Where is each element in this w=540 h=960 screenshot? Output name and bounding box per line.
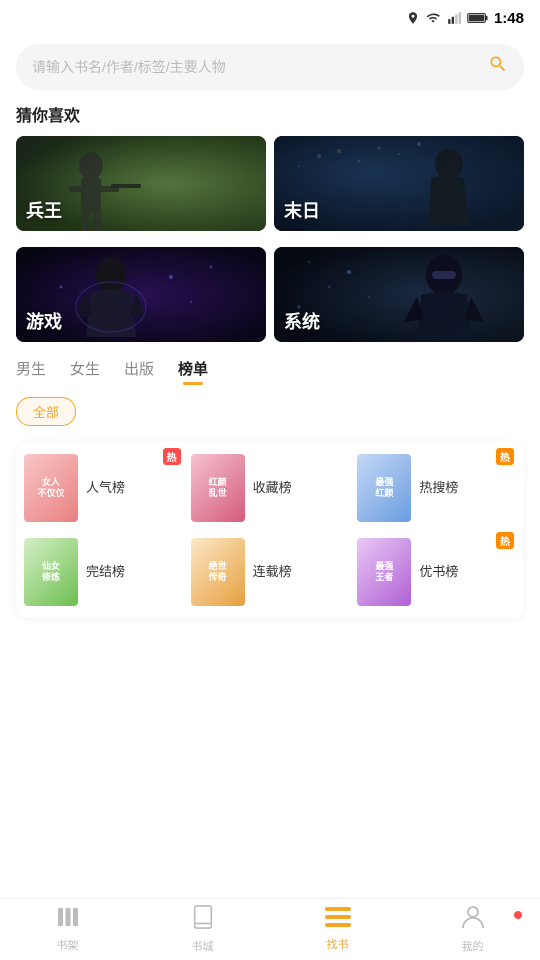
nav-icon-wode <box>462 905 484 935</box>
tab-publish[interactable]: 出版 <box>124 358 154 385</box>
genre-label-bingwang: 兵王 <box>26 197 62 223</box>
genre-card-xitong[interactable]: 系统 <box>274 247 524 342</box>
filter-chips: 全部 <box>16 397 524 426</box>
genre-label-mori: 末日 <box>284 197 320 223</box>
nav-item-zhaochu[interactable]: 找书 <box>270 907 405 952</box>
location-icon <box>406 11 420 25</box>
tab-charts[interactable]: 榜单 <box>178 358 208 385</box>
chart-label-shoucang: 收藏榜 <box>253 479 292 497</box>
wifi-icon <box>425 11 441 25</box>
nav-item-shucheng[interactable]: 书城 <box>135 905 270 954</box>
genre-grid-row2: 游戏 系统 <box>16 247 524 342</box>
nav-label-wode: 我的 <box>462 938 484 954</box>
search-placeholder: 请输入书名/作者/标签/主要人物 <box>32 57 480 77</box>
chart-item-renqi[interactable]: 热 女人不仅仅 人气榜 <box>24 454 183 522</box>
genre-card-bingwang[interactable]: 兵王 <box>16 136 266 231</box>
nav-icon-shucheng <box>192 905 214 935</box>
chart-item-resou[interactable]: 热 最强红颜 热搜榜 <box>357 454 516 522</box>
hot-badge-youshu: 热 <box>496 532 514 549</box>
chart-label-renqi: 人气榜 <box>86 479 125 497</box>
chart-cover-youshu: 最强王者 <box>357 538 411 606</box>
chart-item-shoucang[interactable]: 红颜乱世 收藏榜 <box>191 454 350 522</box>
nav-item-wode[interactable]: 我的 <box>405 905 540 954</box>
nav-icon-shujia <box>56 906 80 934</box>
section-title-guess: 猜你喜欢 <box>16 102 524 126</box>
status-icons: 1:48 <box>406 10 524 27</box>
chart-label-lianzai: 连载榜 <box>253 563 292 581</box>
chart-label-wanjie: 完结榜 <box>86 563 125 581</box>
chip-all[interactable]: 全部 <box>16 397 76 426</box>
signal-icon <box>446 11 462 25</box>
nav-label-shujia: 书架 <box>57 937 79 953</box>
hot-badge-resou: 热 <box>496 448 514 465</box>
status-bar: 1:48 <box>0 0 540 36</box>
nav-label-shucheng: 书城 <box>192 938 214 954</box>
chart-cover-lianzai: 绝世传奇 <box>191 538 245 606</box>
genre-label-xitong: 系统 <box>284 308 320 334</box>
tab-male[interactable]: 男生 <box>16 358 46 385</box>
chart-item-wanjie[interactable]: 仙女修炼 完结榜 <box>24 538 183 606</box>
genre-grid-row1: 兵王 末日 <box>16 136 524 231</box>
bottom-nav: 书架 书城 找书 我的 <box>0 898 540 960</box>
nav-label-zhaochu: 找书 <box>327 936 349 952</box>
chart-grid: 热 女人不仅仅 人气榜 红颜乱世 收藏榜 热 最强红颜 <box>16 442 524 618</box>
search-bar[interactable]: 请输入书名/作者/标签/主要人物 <box>16 44 524 90</box>
search-icon[interactable] <box>488 54 508 80</box>
battery-icon <box>467 12 489 24</box>
chart-item-youshu[interactable]: 热 最强王者 优书榜 <box>357 538 516 606</box>
chart-cover-shoucang: 红颜乱世 <box>191 454 245 522</box>
chart-cover-wanjie: 仙女修炼 <box>24 538 78 606</box>
chart-item-lianzai[interactable]: 绝世传奇 连载榜 <box>191 538 350 606</box>
chart-label-youshu: 优书榜 <box>419 563 458 581</box>
chart-cover-renqi: 女人不仅仅 <box>24 454 78 522</box>
genre-card-youxi[interactable]: 游戏 <box>16 247 266 342</box>
status-time: 1:48 <box>494 10 524 27</box>
nav-dot-wode <box>514 911 522 919</box>
tabs-bar: 男生 女生 出版 榜单 <box>16 358 524 385</box>
chart-label-resou: 热搜榜 <box>419 479 458 497</box>
genre-label-youxi: 游戏 <box>26 308 62 334</box>
genre-card-mori[interactable]: 末日 <box>274 136 524 231</box>
chart-cover-resou: 最强红颜 <box>357 454 411 522</box>
hot-badge-renqi: 热 <box>163 448 181 465</box>
tab-female[interactable]: 女生 <box>70 358 100 385</box>
nav-icon-zhaochu <box>325 907 351 933</box>
nav-item-shujia[interactable]: 书架 <box>0 906 135 953</box>
